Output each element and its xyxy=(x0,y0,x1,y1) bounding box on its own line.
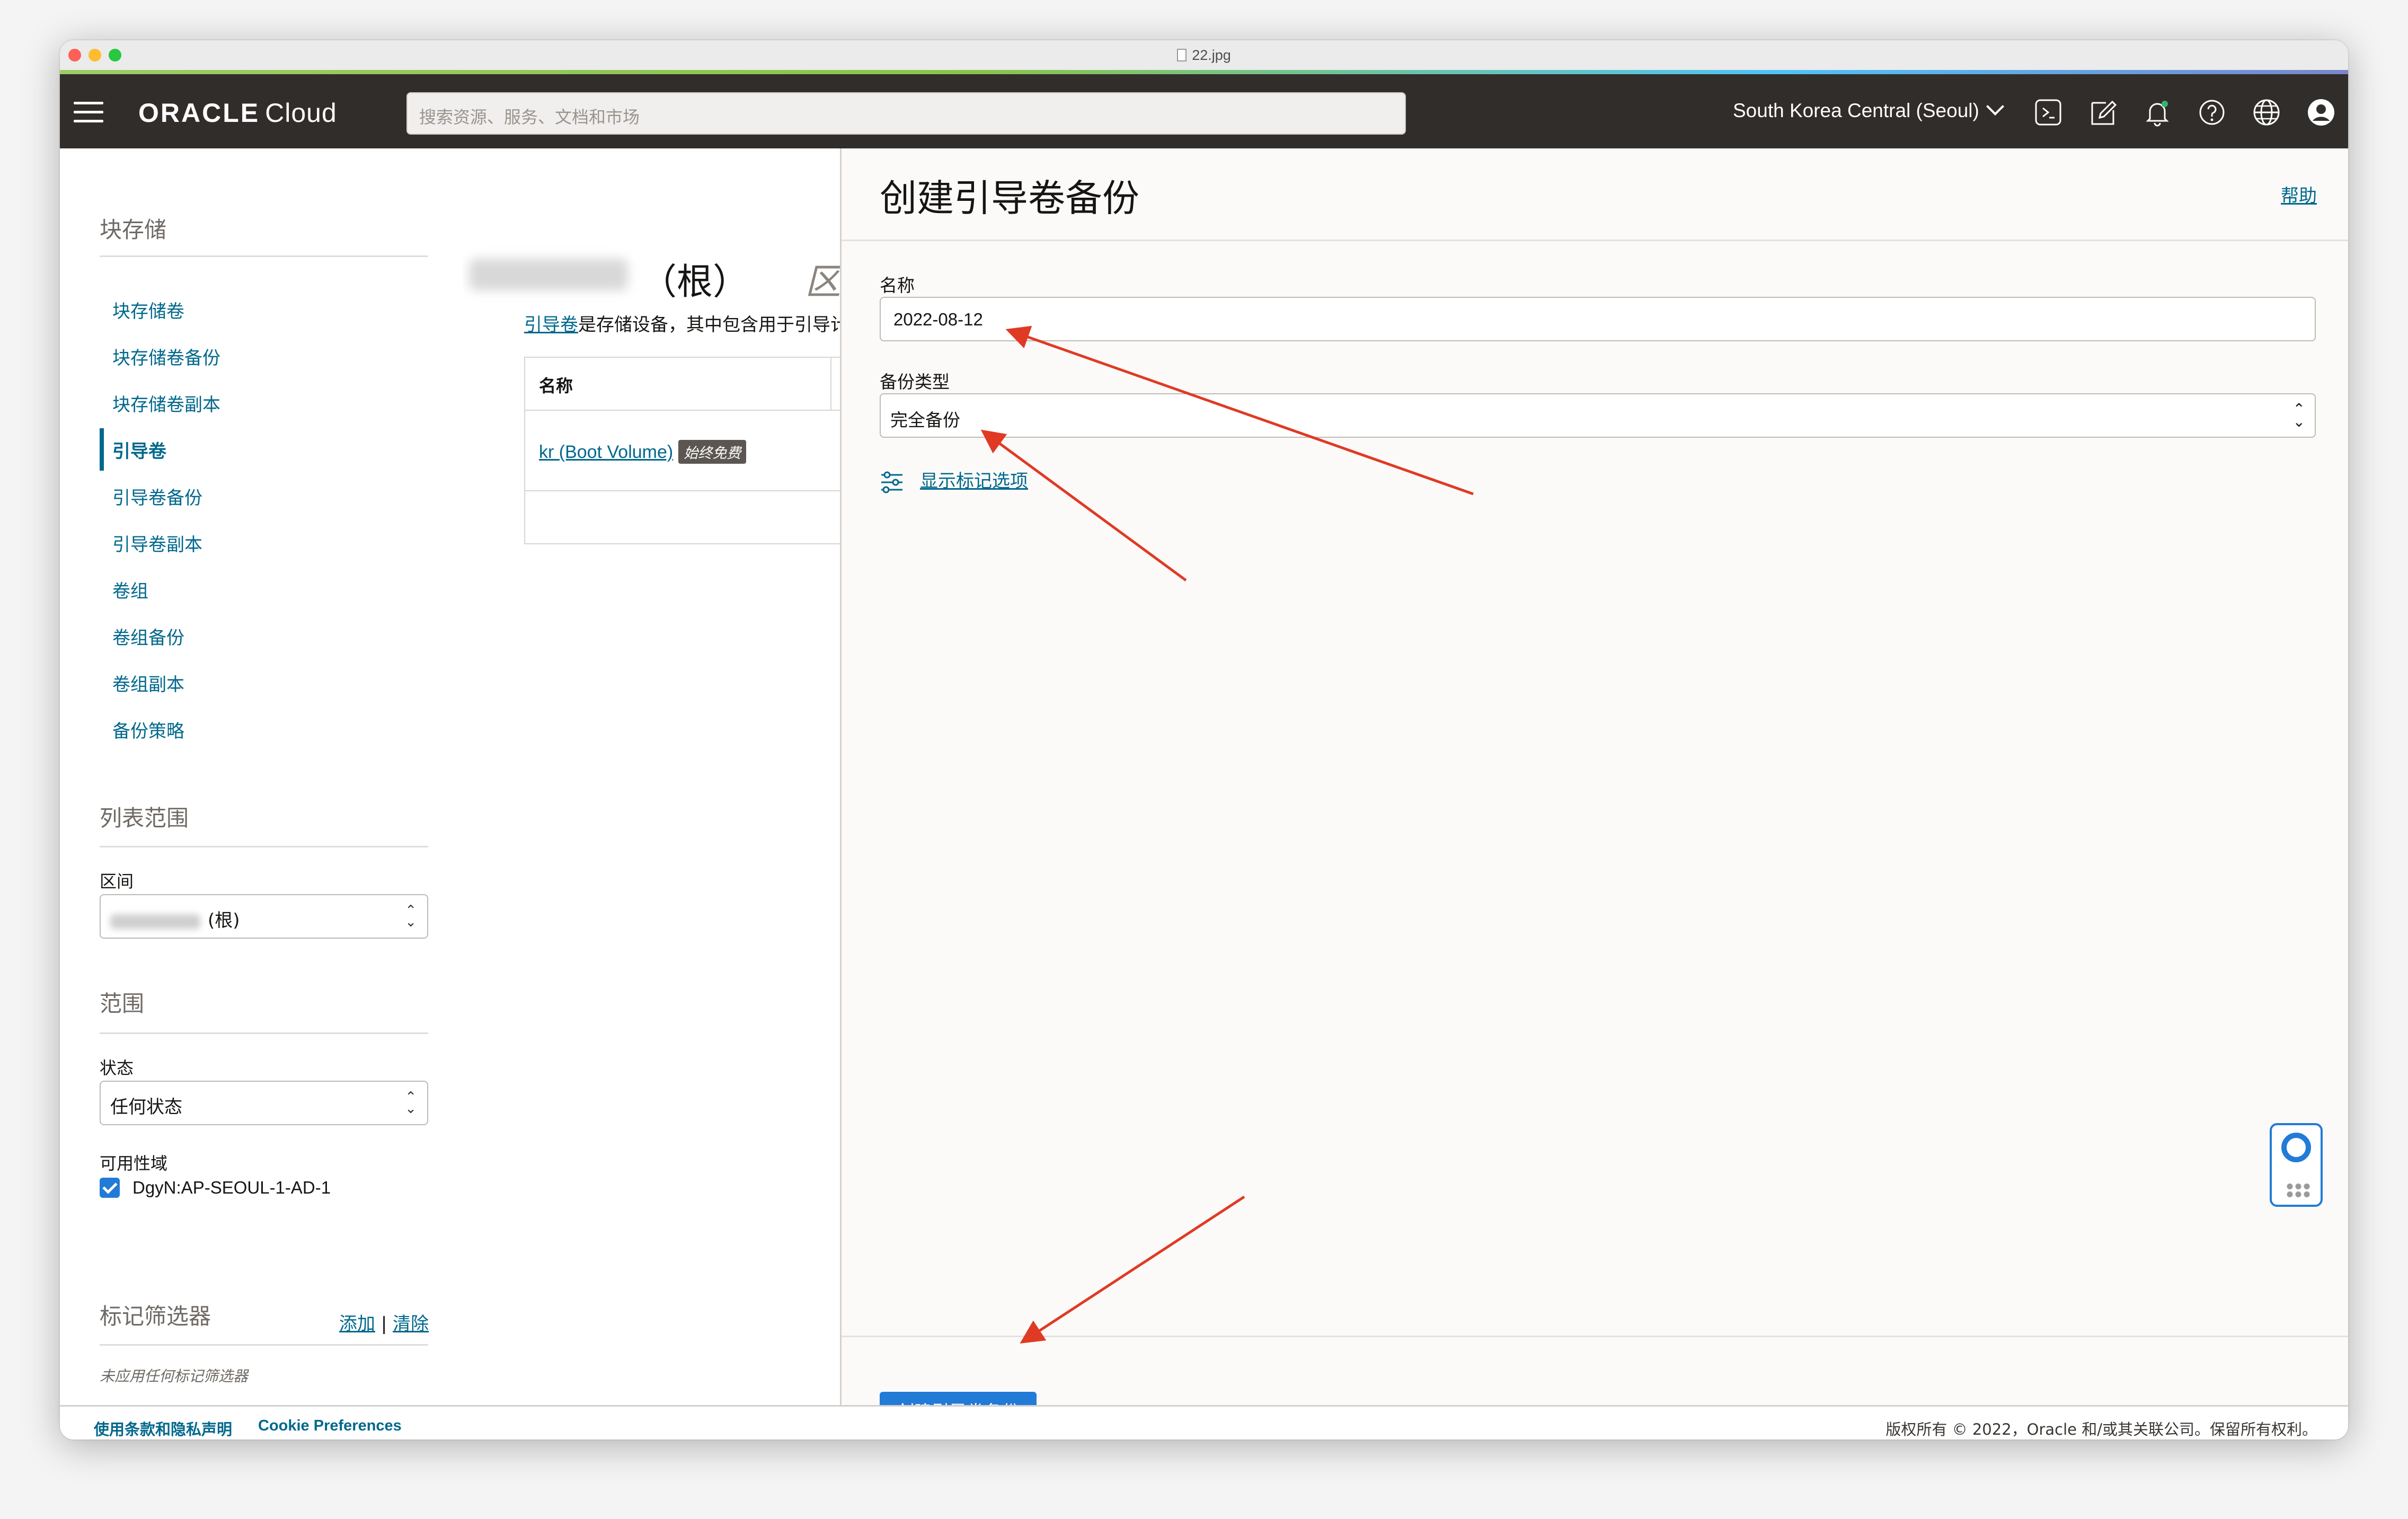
select-arrows-icon: ⌃ ⌄ xyxy=(405,1089,417,1117)
state-select[interactable]: 任何状态 ⌃ ⌄ xyxy=(100,1081,428,1125)
table-header-name[interactable]: 名称 xyxy=(525,358,830,411)
sidebar-item-block-volume-replicas[interactable]: 块存储卷副本 xyxy=(112,390,220,416)
availability-domain-value: DgyN:AP-SEOUL-1-AD-1 xyxy=(132,1178,331,1197)
divider xyxy=(100,255,428,257)
show-tag-options-link[interactable]: 显示标记选项 xyxy=(920,471,1028,492)
bell-icon[interactable] xyxy=(2141,96,2173,128)
sliders-icon xyxy=(881,471,902,493)
redacted-text xyxy=(110,914,200,929)
backup-type-label: 备份类型 xyxy=(880,372,950,392)
table-cell-name: kr (Boot Volume) 始终免费 xyxy=(539,440,747,464)
compartment-label: 区间 xyxy=(100,871,134,891)
search-input[interactable]: 搜索资源、服务、文档和市场 xyxy=(406,92,1406,135)
sidebar-item-volume-group-replicas[interactable]: 卷组副本 xyxy=(112,670,184,696)
create-boot-volume-backup-panel: 创建引导卷备份 帮助 名称 2022-08-12 备份类型 完全备份 ⌃ ⌄ 显示… xyxy=(840,148,2348,1432)
tag-filter-heading: 标记筛选器 xyxy=(100,1303,211,1329)
divider xyxy=(100,846,428,847)
sidebar-heading: 块存储 xyxy=(100,217,167,243)
divider xyxy=(100,1032,428,1034)
boot-volume-doc-link[interactable]: 引导卷 xyxy=(524,314,578,335)
tag-separator: | xyxy=(380,1313,387,1335)
region-selector[interactable]: South Korea Central (Seoul) xyxy=(1733,98,2004,122)
page-title-root: （根） xyxy=(641,261,749,303)
help-link[interactable]: 帮助 xyxy=(2281,181,2317,207)
help-widget[interactable] xyxy=(2270,1123,2323,1207)
main-content: （根） 区间 引导卷是存储设备，其中包含用于引导计算实例 名称 状态 kr (B… xyxy=(463,148,902,1406)
terms-privacy-link[interactable]: 使用条款和隐私声明 xyxy=(94,1417,232,1439)
state-label: 状态 xyxy=(100,1058,134,1078)
copyright-text: 版权所有 © 2022，Oracle 和/或其关联公司。保留所有权利。 xyxy=(1885,1420,2317,1438)
add-tag-filter-link[interactable]: 添加 xyxy=(339,1313,375,1335)
sidebar-item-volume-groups[interactable]: 卷组 xyxy=(112,577,148,603)
sidebar-item-block-volume-backups[interactable]: 块存储卷备份 xyxy=(112,343,220,369)
name-input[interactable]: 2022-08-12 xyxy=(880,297,2316,341)
sidebar-item-backup-policies[interactable]: 备份策略 xyxy=(112,717,184,743)
cookie-preferences-link[interactable]: Cookie Preferences xyxy=(258,1417,402,1435)
availability-domain-label: 可用性域 xyxy=(100,1153,168,1173)
select-arrows-icon: ⌃ ⌄ xyxy=(405,903,417,930)
grid-dots-icon xyxy=(2286,1182,2311,1198)
sidebar-item-boot-volume-backups[interactable]: 引导卷备份 xyxy=(112,483,202,509)
availability-domain-checkbox[interactable] xyxy=(100,1178,120,1198)
oracle-cloud-logo[interactable]: ORACLE Cloud xyxy=(138,98,337,128)
window-title: 22.jpg xyxy=(60,47,2348,64)
active-indicator xyxy=(100,428,104,471)
scope-heading: 范围 xyxy=(100,991,145,1017)
globe-icon[interactable] xyxy=(2251,96,2282,128)
tag-filter-actions: 添加 | 清除 xyxy=(339,1309,429,1335)
panel-footer-divider xyxy=(842,1336,2348,1337)
page-footer: 使用条款和隐私声明 Cookie Preferences 版权所有 © 2022… xyxy=(60,1405,2348,1439)
cloud-shell-icon[interactable] xyxy=(2032,96,2064,128)
clear-tag-filter-link[interactable]: 清除 xyxy=(393,1313,429,1335)
backup-type-select[interactable]: 完全备份 ⌃ ⌄ xyxy=(880,393,2316,438)
lifebuoy-icon xyxy=(2281,1133,2311,1162)
compartment-select[interactable]: (根) ⌃ ⌄ xyxy=(100,894,428,939)
divider xyxy=(100,1344,428,1346)
sidebar-item-boot-volumes[interactable]: 引导卷 xyxy=(112,437,166,463)
panel-title: 创建引导卷备份 xyxy=(880,176,1139,220)
chevron-down-icon xyxy=(1986,98,2004,116)
edit-icon[interactable] xyxy=(2087,96,2119,128)
name-label: 名称 xyxy=(880,275,915,296)
divider xyxy=(842,240,2348,241)
accent-strip xyxy=(60,70,2348,74)
sidebar-item-block-volumes[interactable]: 块存储卷 xyxy=(112,297,184,323)
file-icon xyxy=(1177,49,1187,61)
menu-icon[interactable] xyxy=(74,102,103,123)
top-header: ORACLE Cloud 搜索资源、服务、文档和市场 South Korea Ce… xyxy=(60,74,2348,148)
browser-window: 22.jpg ORACLE Cloud 搜索资源、服务、文档和市场 South K… xyxy=(60,40,2348,1439)
always-free-badge: 始终免费 xyxy=(678,440,747,464)
user-icon[interactable] xyxy=(2305,96,2337,128)
sidebar-item-boot-volume-replicas[interactable]: 引导卷副本 xyxy=(112,530,202,556)
sidebar-item-volume-group-backups[interactable]: 卷组备份 xyxy=(112,623,184,649)
no-tag-filter-text: 未应用任何标记筛选器 xyxy=(100,1367,249,1385)
select-arrows-icon: ⌃ ⌄ xyxy=(2292,401,2305,430)
boot-volume-link[interactable]: kr (Boot Volume) xyxy=(539,442,673,462)
window-titlebar: 22.jpg xyxy=(60,40,2348,71)
redacted-title xyxy=(469,259,628,290)
show-tag-options[interactable]: 显示标记选项 xyxy=(880,466,1028,494)
list-scope-heading: 列表范围 xyxy=(100,805,189,831)
help-icon[interactable] xyxy=(2196,96,2228,128)
